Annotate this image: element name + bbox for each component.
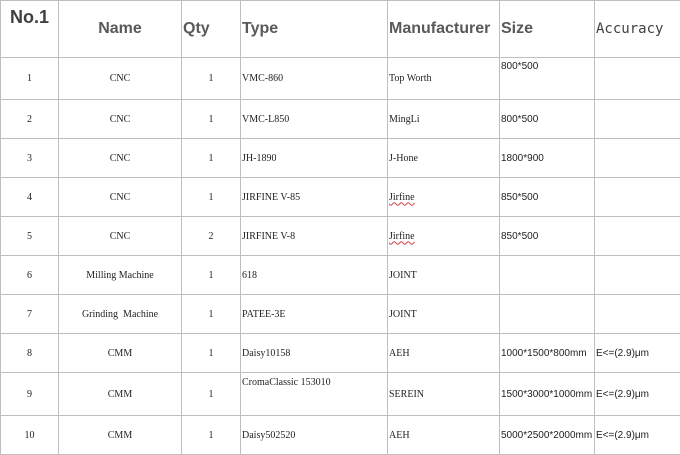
cell-no: 7	[1, 295, 59, 334]
cell-accuracy: E<=(2.9)μm	[595, 334, 680, 373]
cell-name: CNC	[59, 100, 182, 139]
cell-size: 800*500	[500, 100, 595, 139]
cell-no: 3	[1, 139, 59, 178]
cell-qty: 1	[182, 100, 241, 139]
header-qty: Qty	[182, 1, 241, 58]
cell-manufacturer: J-Hone	[388, 139, 500, 178]
table-row: 7 Grinding Machine 1 PATEE-3E JOINT	[1, 295, 680, 334]
cell-manufacturer: Jirfine	[388, 217, 500, 256]
header-row: No.1 Name Qty Type Manufacturer Size Acc…	[1, 1, 680, 58]
cell-name: CNC	[59, 178, 182, 217]
cell-size: 850*500	[500, 178, 595, 217]
table-row: 9 CMM 1 CromaClassic 153010 SEREIN 1500*…	[1, 373, 680, 416]
cell-no: 2	[1, 100, 59, 139]
cell-size	[500, 256, 595, 295]
cell-accuracy	[595, 178, 680, 217]
cell-no: 5	[1, 217, 59, 256]
cell-type: JIRFINE V-85	[241, 178, 388, 217]
cell-no: 6	[1, 256, 59, 295]
header-size: Size	[500, 1, 595, 58]
header-type: Type	[241, 1, 388, 58]
cell-manufacturer: SEREIN	[388, 373, 500, 416]
table-row: 5 CNC 2 JIRFINE V-8 Jirfine 850*500	[1, 217, 680, 256]
cell-type: VMC-860	[241, 58, 388, 100]
cell-name: Milling Machine	[59, 256, 182, 295]
header-name: Name	[59, 1, 182, 58]
cell-accuracy: E<=(2.9)μm	[595, 416, 680, 455]
cell-accuracy	[595, 256, 680, 295]
cell-type: 618	[241, 256, 388, 295]
cell-qty: 1	[182, 416, 241, 455]
cell-size: 1500*3000*1000mm	[500, 373, 595, 416]
table-row: 10 CMM 1 Daisy502520 AEH 5000*2500*2000m…	[1, 416, 680, 455]
table-row: 4 CNC 1 JIRFINE V-85 Jirfine 850*500	[1, 178, 680, 217]
header-no: No.1	[1, 1, 59, 58]
cell-manufacturer: JOINT	[388, 256, 500, 295]
equipment-table: No.1 Name Qty Type Manufacturer Size Acc…	[0, 0, 680, 455]
cell-accuracy	[595, 58, 680, 100]
cell-size: 800*500	[500, 58, 595, 100]
cell-no: 9	[1, 373, 59, 416]
cell-accuracy	[595, 295, 680, 334]
table-row: 8 CMM 1 Daisy10158 AEH 1000*1500*800mm E…	[1, 334, 680, 373]
spellcheck-underline: Jirfine	[389, 231, 415, 242]
cell-type: JH-1890	[241, 139, 388, 178]
cell-name: CMM	[59, 416, 182, 455]
cell-manufacturer: Top Worth	[388, 58, 500, 100]
cell-no: 1	[1, 58, 59, 100]
table-row: 3 CNC 1 JH-1890 J-Hone 1800*900	[1, 139, 680, 178]
cell-manufacturer: AEH	[388, 416, 500, 455]
cell-type: PATEE-3E	[241, 295, 388, 334]
cell-manufacturer: JOINT	[388, 295, 500, 334]
spellcheck-underline: Jirfine	[389, 192, 415, 203]
cell-accuracy: E<=(2.9)μm	[595, 373, 680, 416]
cell-name: CNC	[59, 58, 182, 100]
cell-qty: 1	[182, 295, 241, 334]
cell-no: 10	[1, 416, 59, 455]
cell-type: Daisy10158	[241, 334, 388, 373]
cell-accuracy	[595, 139, 680, 178]
cell-type: JIRFINE V-8	[241, 217, 388, 256]
cell-type: Daisy502520	[241, 416, 388, 455]
cell-size: 1800*900	[500, 139, 595, 178]
cell-size: 850*500	[500, 217, 595, 256]
header-manufacturer: Manufacturer	[388, 1, 500, 58]
table-row: 1 CNC 1 VMC-860 Top Worth 800*500	[1, 58, 680, 100]
header-accuracy: Accuracy	[595, 1, 680, 58]
cell-accuracy	[595, 217, 680, 256]
cell-qty: 1	[182, 256, 241, 295]
cell-size: 5000*2500*2000mm	[500, 416, 595, 455]
cell-name: CNC	[59, 139, 182, 178]
table-row: 6 Milling Machine 1 618 JOINT	[1, 256, 680, 295]
cell-name: CMM	[59, 373, 182, 416]
cell-accuracy	[595, 100, 680, 139]
cell-type: CromaClassic 153010	[241, 373, 388, 416]
cell-name: Grinding Machine	[59, 295, 182, 334]
cell-manufacturer: Jirfine	[388, 178, 500, 217]
cell-no: 8	[1, 334, 59, 373]
cell-size	[500, 295, 595, 334]
cell-no: 4	[1, 178, 59, 217]
cell-qty: 1	[182, 373, 241, 416]
cell-manufacturer: MingLi	[388, 100, 500, 139]
cell-qty: 2	[182, 217, 241, 256]
cell-name: CMM	[59, 334, 182, 373]
cell-qty: 1	[182, 139, 241, 178]
cell-qty: 1	[182, 58, 241, 100]
cell-qty: 1	[182, 178, 241, 217]
cell-name: CNC	[59, 217, 182, 256]
cell-qty: 1	[182, 334, 241, 373]
cell-type: VMC-L850	[241, 100, 388, 139]
table-row: 2 CNC 1 VMC-L850 MingLi 800*500	[1, 100, 680, 139]
cell-size: 1000*1500*800mm	[500, 334, 595, 373]
cell-manufacturer: AEH	[388, 334, 500, 373]
